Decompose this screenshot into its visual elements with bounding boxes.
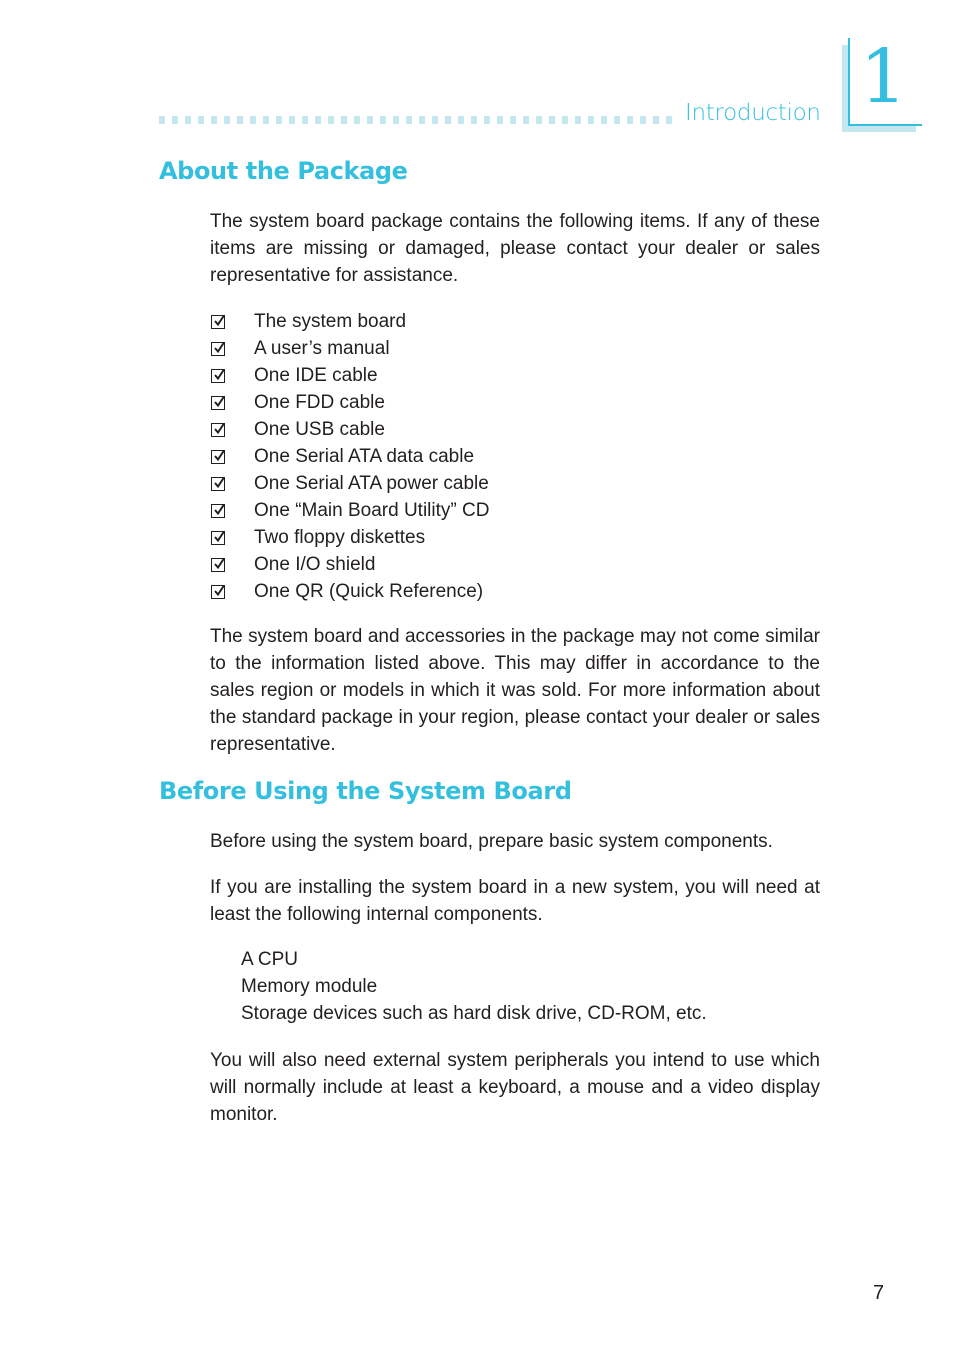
list-item: One I/O shield: [211, 551, 489, 578]
list-item: Storage devices such as hard disk drive,…: [241, 1003, 707, 1024]
page-number: 7: [873, 1282, 885, 1304]
header-dotted-rule: [159, 116, 675, 124]
checked-box-icon: [211, 476, 225, 491]
list-item: Two floppy diskettes: [211, 524, 489, 551]
chapter-title: Introduction: [685, 100, 821, 126]
checked-box-icon: [211, 449, 225, 464]
section-heading-about-package: About the Package: [159, 157, 408, 185]
list-item: A CPU: [241, 949, 299, 970]
list-item-label: One QR (Quick Reference): [254, 581, 484, 602]
checked-box-icon: [211, 395, 225, 410]
list-item: One IDE cable: [211, 362, 489, 389]
checked-box-icon: [211, 503, 225, 518]
package-checklist: The system board A user’s manual One IDE c…: [211, 308, 489, 605]
peripherals-paragraph: You will also need external system perip…: [210, 1050, 820, 1125]
checked-box-icon: [211, 422, 225, 437]
list-item: One “Main Board Utility” CD: [211, 497, 489, 524]
list-item-label: Two floppy diskettes: [254, 527, 426, 548]
list-item-label: The system board: [254, 311, 407, 332]
list-item-label: A user’s manual: [254, 338, 390, 359]
section-heading-before-using: Before Using the System Board: [159, 777, 572, 805]
chapter-number: 1: [860, 34, 908, 120]
checked-box-icon: [211, 584, 225, 599]
list-item: One Serial ATA power cable: [211, 470, 489, 497]
checked-box-icon: [211, 341, 225, 356]
list-item-label: One “Main Board Utility” CD: [254, 500, 490, 521]
list-item-label: One USB cable: [254, 419, 385, 440]
list-item: The system board: [211, 308, 489, 335]
list-item: One QR (Quick Reference): [211, 578, 489, 605]
checked-box-icon: [211, 530, 225, 545]
checked-box-icon: [211, 368, 225, 383]
list-item: A user’s manual: [211, 335, 489, 362]
package-intro-paragraph: The system board package contains the fo…: [210, 211, 820, 286]
checked-box-icon: [211, 314, 225, 329]
checked-box-icon: [211, 557, 225, 572]
list-item-label: One Serial ATA power cable: [254, 473, 489, 494]
list-item: One Serial ATA data cable: [211, 443, 489, 470]
list-item: Memory module: [241, 976, 378, 997]
list-item-label: One IDE cable: [254, 365, 378, 386]
package-note-paragraph: The system board and accessories in the …: [210, 626, 820, 755]
internal-components-paragraph: If you are installing the system board i…: [210, 877, 820, 925]
internal-components-list: A CPU Memory module Storage devices such…: [241, 946, 707, 1027]
list-item-label: One I/O shield: [254, 554, 376, 575]
list-item-label: One Serial ATA data cable: [254, 446, 475, 467]
list-item: One USB cable: [211, 416, 489, 443]
list-item: One FDD cable: [211, 389, 489, 416]
list-item-label: One FDD cable: [254, 392, 385, 413]
prepare-components-paragraph: Before using the system board, prepare b…: [210, 831, 773, 852]
